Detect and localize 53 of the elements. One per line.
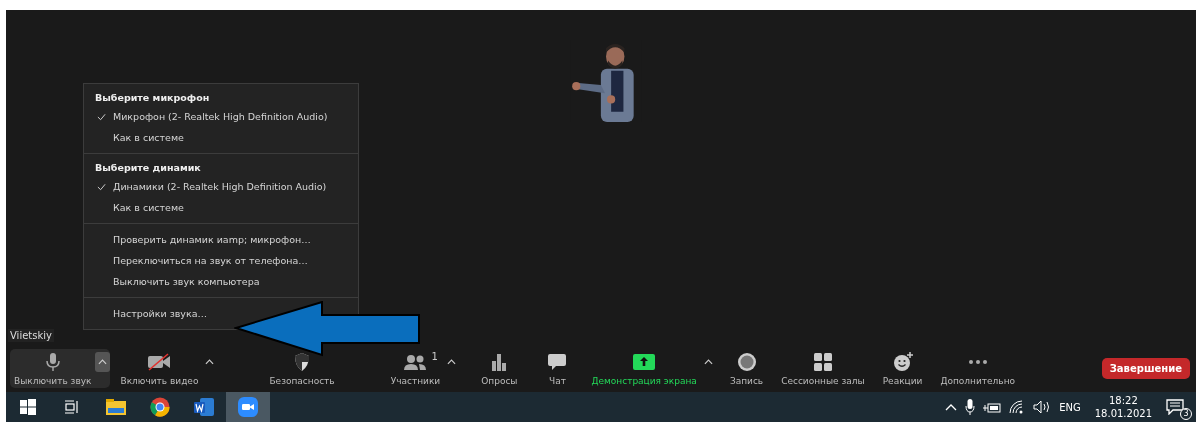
toolbar-button[interactable]: Запись (725, 349, 768, 388)
word-icon (194, 398, 214, 416)
more-icon (967, 359, 988, 365)
taskbar-app[interactable] (226, 392, 270, 422)
toolbar-button[interactable]: Чат (543, 349, 572, 388)
camera-off-icon (147, 353, 172, 371)
menu-item[interactable]: Как в системе (113, 202, 184, 213)
chat-icon (547, 353, 568, 371)
caret-icon (205, 359, 215, 365)
menu-item[interactable]: Выключить звук компьютера (113, 276, 260, 287)
participant-name: Viietskiy (8, 329, 54, 342)
video-camera-icon (238, 397, 258, 417)
participant-count: 1 (431, 351, 438, 362)
share-screen-icon (633, 354, 656, 370)
windows-icon (20, 399, 36, 415)
grid-icon (813, 353, 832, 371)
toolbar-button[interactable]: Сессионные залы (777, 349, 869, 388)
menu-item[interactable]: Динамики (2- Realtek High Definition Audio) (113, 181, 327, 192)
toolbar-button[interactable]: 1 Участники (386, 349, 445, 388)
notifications-button[interactable]: 3 (1166, 394, 1190, 420)
menu-item[interactable]: Настройки звука… (113, 308, 207, 319)
arrow-icon (234, 301, 422, 357)
smiley-icon (892, 352, 913, 372)
caret-button[interactable] (95, 352, 111, 372)
language-indicator[interactable]: ENG (1059, 401, 1081, 413)
caret-icon (447, 359, 457, 365)
clock[interactable]: 18:22 18.01.2021 (1094, 394, 1152, 420)
caret-icon (98, 359, 108, 365)
chevron-up-icon[interactable] (945, 403, 958, 411)
shield-icon (293, 352, 312, 372)
menu-item[interactable]: Микрофон (2- Realtek High Definition Audio) (113, 111, 328, 122)
toolbar-button[interactable]: Безопасность (265, 349, 339, 388)
menu-item[interactable]: Переключиться на звук от телефона… (113, 255, 308, 266)
bar-chart-icon (491, 353, 508, 371)
task-view-icon (64, 399, 80, 415)
toolbar-button[interactable]: Опросы (477, 349, 522, 388)
caret-icon (703, 359, 713, 365)
speaker-icon[interactable] (1033, 400, 1052, 414)
menu-item[interactable]: Проверить динамик иamp; микрофон… (113, 234, 311, 245)
menu-item[interactable]: Как в системе (113, 132, 184, 143)
menu-heading: Выберите микрофон (94, 91, 211, 105)
battery-icon[interactable] (983, 400, 1002, 414)
chrome-icon (150, 397, 170, 417)
toolbar-button[interactable]: Включить видео (116, 349, 203, 388)
toolbar-button[interactable]: Реакции (878, 349, 927, 388)
microphone-icon[interactable] (965, 399, 976, 415)
folder-icon (106, 399, 126, 415)
end-button[interactable]: Завершение (1101, 358, 1190, 379)
record-icon (736, 352, 757, 372)
toolbar-button[interactable]: Демонстрация экрана (587, 349, 701, 388)
menu-heading: Выберите динамик (94, 161, 202, 175)
toolbar-button[interactable]: Дополнительно (936, 349, 1020, 388)
people-icon (403, 354, 428, 370)
